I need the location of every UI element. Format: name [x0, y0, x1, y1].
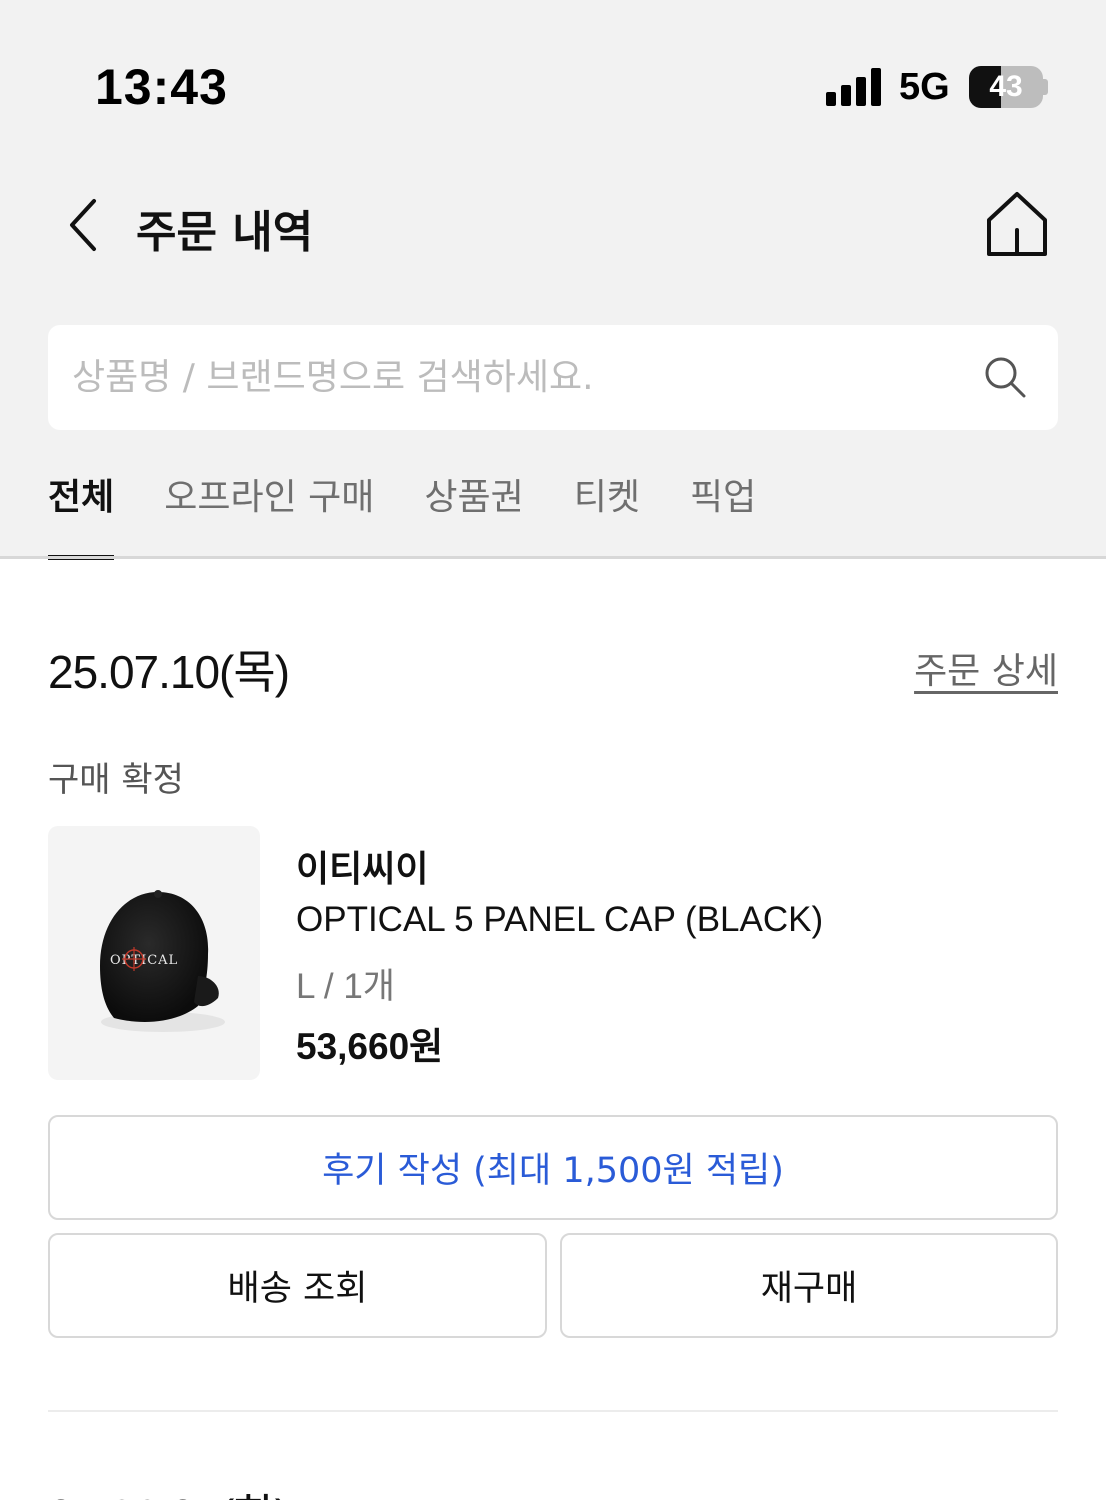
- tab-label: 전체: [48, 477, 115, 518]
- signal-icon: [826, 68, 884, 106]
- tab-label: 픽업: [690, 477, 757, 518]
- track-delivery-button[interactable]: 배송 조회: [48, 1233, 547, 1338]
- product-image[interactable]: OPTICAL: [48, 826, 260, 1080]
- write-review-button[interactable]: 후기 작성 (최대 1,500원 적립): [48, 1115, 1058, 1220]
- tabs-divider: [0, 556, 1106, 559]
- battery-icon: 43: [969, 66, 1048, 108]
- cap-logo: OPTICAL: [110, 953, 178, 968]
- battery-level: 43: [989, 70, 1023, 103]
- back-button[interactable]: [60, 195, 110, 255]
- tab-all[interactable]: 전체: [48, 468, 115, 560]
- cap-image: OPTICAL: [100, 890, 225, 1032]
- chevron-left-icon: [70, 199, 96, 251]
- product-brand[interactable]: 이티씨이: [296, 840, 428, 892]
- tab-label: 상품권: [424, 477, 524, 518]
- search-input[interactable]: [72, 325, 972, 430]
- product-name[interactable]: OPTICAL 5 PANEL CAP (BLACK): [296, 900, 823, 940]
- order-date: 25.06.24(화): [48, 1480, 290, 1500]
- search-box: [48, 325, 1058, 430]
- tab-ticket[interactable]: 티켓: [574, 468, 640, 560]
- product-option: L / 1개: [296, 967, 396, 1006]
- home-button[interactable]: [984, 190, 1050, 258]
- section-divider: [48, 1410, 1058, 1412]
- tab-pickup[interactable]: 픽업: [690, 468, 756, 560]
- network-label: 5G: [899, 66, 950, 108]
- order-date: 25.07.10(목): [48, 646, 290, 698]
- page-title: 주문 내역: [136, 207, 314, 258]
- tab-offline[interactable]: 오프라인 구매: [164, 468, 374, 560]
- tab-bar: 전체 오프라인 구매 상품권 티켓 픽업: [48, 468, 806, 560]
- product-price: 53,660원: [296, 1026, 444, 1067]
- search-icon[interactable]: [982, 354, 1028, 400]
- tab-giftcard[interactable]: 상품권: [424, 468, 523, 560]
- order-detail-link[interactable]: 주문 상세: [914, 642, 1058, 694]
- tab-label: 오프라인 구매: [164, 477, 375, 518]
- order-status: 구매 확정: [48, 760, 184, 800]
- tab-label: 티켓: [573, 477, 641, 518]
- home-icon: [987, 192, 1047, 256]
- rebuy-button[interactable]: 재구매: [560, 1233, 1058, 1338]
- status-time: 13:43: [95, 59, 228, 115]
